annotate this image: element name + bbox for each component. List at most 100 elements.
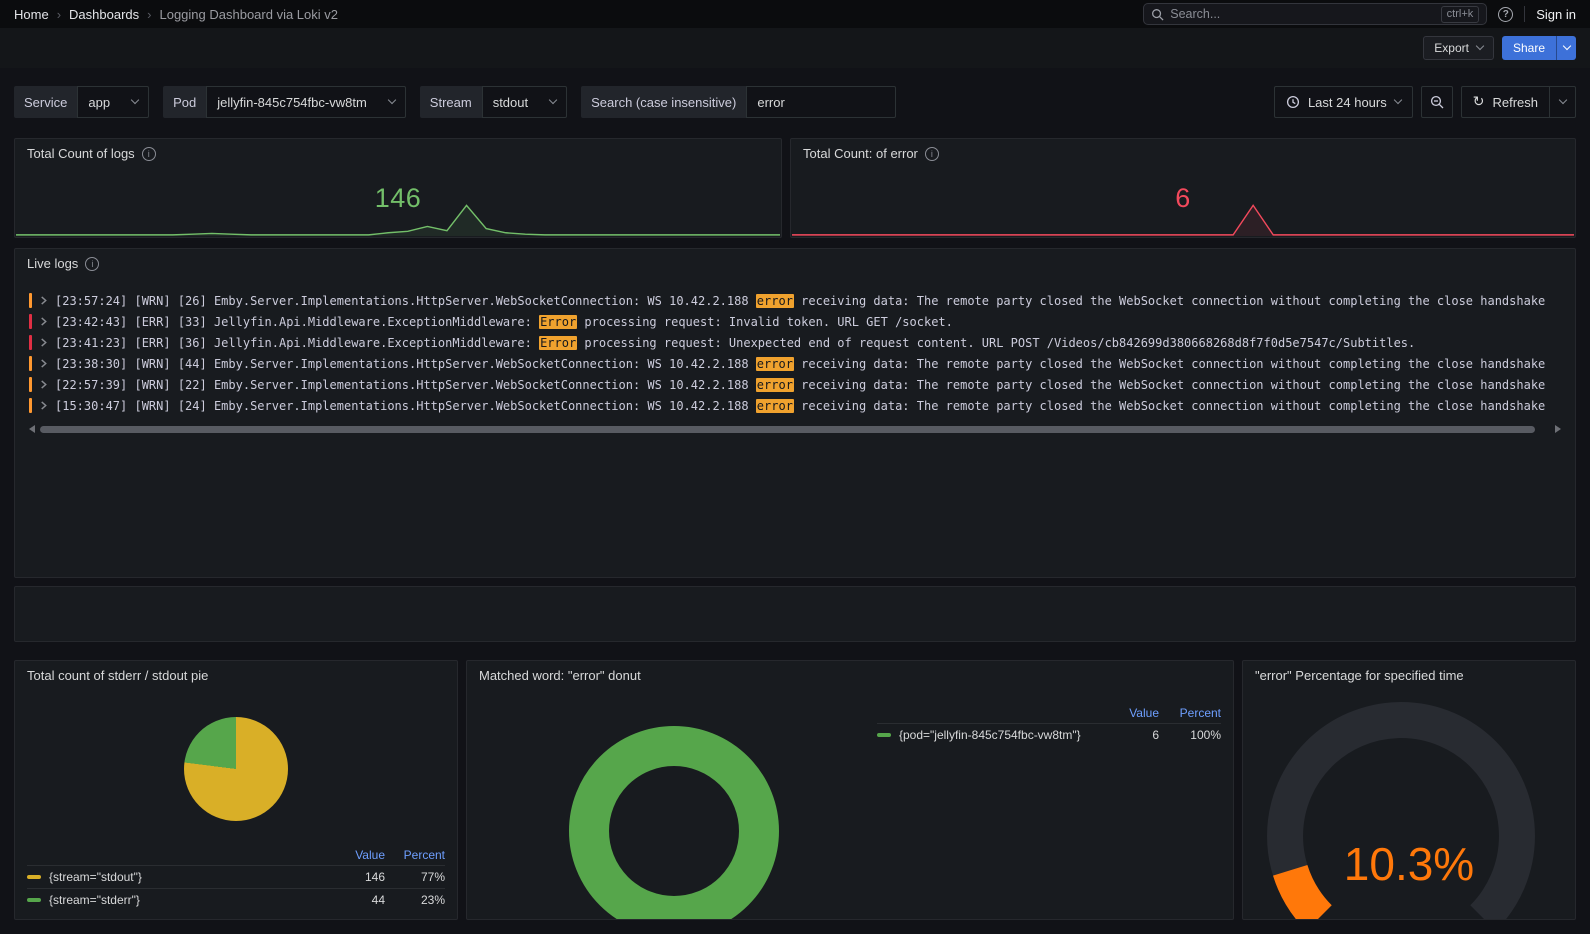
stream-filter: Stream stdout xyxy=(419,86,568,118)
scroll-right-arrow-icon[interactable] xyxy=(1555,425,1561,433)
pod-filter-select[interactable]: jellyfin-845c754fbc-vw8tm xyxy=(206,86,406,118)
export-button[interactable]: Export xyxy=(1423,36,1494,60)
panel-title: Total count of stderr / stdout pie xyxy=(27,668,209,683)
log-row[interactable]: [15:30:47] [WRN] [24] Emby.Server.Implem… xyxy=(29,395,1561,416)
log-row[interactable]: [22:57:39] [WRN] [22] Emby.Server.Implem… xyxy=(29,374,1561,395)
gauge-value: 10.3% xyxy=(1343,838,1475,890)
export-button-label: Export xyxy=(1434,41,1469,55)
sign-in-link[interactable]: Sign in xyxy=(1536,7,1576,22)
divider xyxy=(1524,6,1526,22)
log-message: [23:38:30] [WRN] [44] Emby.Server.Implem… xyxy=(55,356,1546,371)
chevron-down-icon xyxy=(1393,95,1402,105)
log-row[interactable]: [23:42:43] [ERR] [33] Jellyfin.Api.Middl… xyxy=(29,311,1561,332)
log-message: [15:30:47] [WRN] [24] Emby.Server.Implem… xyxy=(55,398,1546,413)
pod-filter-label: Pod xyxy=(163,86,207,118)
topnav-actions: ctrl+k ? Sign in xyxy=(1143,3,1576,25)
log-row[interactable]: [23:57:24] [WRN] [26] Emby.Server.Implem… xyxy=(29,290,1561,311)
legend-label[interactable]: {pod="jellyfin-845c754fbc-vw8tm"} xyxy=(877,728,1109,742)
refresh-button[interactable]: ↻ Refresh xyxy=(1460,86,1550,118)
stream-filter-value: stdout xyxy=(492,94,529,110)
breadcrumb: Home › Dashboards › Logging Dashboard vi… xyxy=(14,7,338,22)
info-icon[interactable]: i xyxy=(85,256,100,271)
legend-percent: 100% xyxy=(1190,728,1221,742)
scroll-left-arrow-icon[interactable] xyxy=(29,425,35,433)
pie-chart[interactable] xyxy=(184,717,288,821)
log-level-indicator xyxy=(29,335,32,350)
panel-stdout-stderr-pie: Total count of stderr / stdout pie Value… xyxy=(14,660,458,920)
share-menu-button[interactable] xyxy=(1556,36,1576,60)
legend-percent: 23% xyxy=(420,893,445,907)
chevron-down-icon xyxy=(1562,41,1571,51)
service-filter-label: Service xyxy=(14,86,78,118)
breadcrumb-current: Logging Dashboard via Loki v2 xyxy=(159,6,338,22)
highlighted-match: Error xyxy=(539,335,578,350)
legend-header-percent: Percent xyxy=(403,848,445,862)
scrollbar-thumb[interactable] xyxy=(40,425,1535,433)
log-message: [23:42:43] [ERR] [33] Jellyfin.Api.Middl… xyxy=(55,314,953,329)
global-search[interactable]: ctrl+k xyxy=(1143,3,1488,25)
scrollbar-track[interactable] xyxy=(40,425,1550,433)
panel-live-logs: Live logs i [23:57:24] [WRN] [26] Emby.S… xyxy=(14,248,1576,578)
pod-filter-value: jellyfin-845c754fbc-vw8tm xyxy=(217,94,367,110)
service-filter-select[interactable]: app xyxy=(77,86,150,118)
highlighted-match: error xyxy=(755,356,794,371)
search-filter-label: Search (case insensitive) xyxy=(581,86,747,118)
expand-chevron-icon[interactable] xyxy=(39,401,48,410)
chevron-down-icon xyxy=(387,95,397,105)
refresh-button-group: ↻ Refresh xyxy=(1460,86,1576,118)
expand-chevron-icon[interactable] xyxy=(39,296,48,305)
series-swatch xyxy=(877,733,891,737)
expand-chevron-icon[interactable] xyxy=(39,338,48,347)
pie-legend: Value Percent {stream="stdout"} 146 77% … xyxy=(27,845,445,911)
breadcrumb-home[interactable]: Home xyxy=(14,7,49,22)
legend-header-percent: Percent xyxy=(1179,706,1221,720)
stream-filter-select[interactable]: stdout xyxy=(481,86,568,118)
legend-label[interactable]: {stream="stderr"} xyxy=(27,893,333,907)
series-swatch xyxy=(27,875,41,879)
panel-title: Live logs xyxy=(27,256,79,271)
log-rows: [23:57:24] [WRN] [26] Emby.Server.Implem… xyxy=(15,278,1575,416)
expand-chevron-icon[interactable] xyxy=(39,317,48,326)
search-icon xyxy=(1152,8,1164,21)
log-level-indicator xyxy=(29,356,32,371)
zoom-out-button[interactable] xyxy=(1420,86,1453,118)
pod-filter: Pod jellyfin-845c754fbc-vw8tm xyxy=(163,86,406,118)
legend-value: 6 xyxy=(1152,728,1159,742)
highlighted-match: error xyxy=(755,398,794,413)
breadcrumb-separator: › xyxy=(56,6,62,22)
highlighted-match: Error xyxy=(539,314,578,329)
service-filter-value: app xyxy=(88,94,111,110)
expand-chevron-icon[interactable] xyxy=(39,380,48,389)
panel-title: Total Count of logs xyxy=(27,146,135,161)
refresh-interval-button[interactable] xyxy=(1550,86,1576,118)
panel-title: "error" Percentage for specified time xyxy=(1255,668,1464,683)
expand-chevron-icon[interactable] xyxy=(39,359,48,368)
log-message: [23:41:23] [ERR] [36] Jellyfin.Api.Middl… xyxy=(55,335,1416,350)
log-row[interactable]: [23:41:23] [ERR] [36] Jellyfin.Api.Middl… xyxy=(29,332,1561,353)
legend-label[interactable]: {stream="stdout"} xyxy=(27,870,333,884)
legend-header-value: Value xyxy=(355,848,385,862)
search-filter: Search (case insensitive) xyxy=(581,86,897,118)
log-search-input[interactable] xyxy=(746,86,897,118)
panel-error-donut: Matched word: "error" donut Value Percen… xyxy=(466,660,1234,920)
legend-percent: 77% xyxy=(420,870,445,884)
donut-chart[interactable] xyxy=(568,725,780,920)
sparkline-logs xyxy=(16,202,780,236)
global-search-input[interactable] xyxy=(1170,7,1435,21)
log-row[interactable]: [23:38:30] [WRN] [44] Emby.Server.Implem… xyxy=(29,353,1561,374)
dashboard-toolbar: Export Share xyxy=(0,28,1590,68)
search-shortcut-badge: ctrl+k xyxy=(1440,5,1480,23)
info-icon[interactable]: i xyxy=(924,146,939,161)
service-filter: Service app xyxy=(14,86,150,118)
log-message: [23:57:24] [WRN] [26] Emby.Server.Implem… xyxy=(55,293,1546,308)
panel-total-count-logs: Total Count of logs i 146 xyxy=(14,138,782,238)
breadcrumb-dashboards[interactable]: Dashboards xyxy=(69,7,139,22)
time-range-picker[interactable]: Last 24 hours xyxy=(1273,86,1413,118)
help-icon[interactable]: ? xyxy=(1498,6,1514,22)
info-icon[interactable]: i xyxy=(141,146,156,161)
legend-item-stderr: {stream="stderr"} 44 23% xyxy=(27,888,445,911)
sparkline-errors xyxy=(792,202,1574,236)
legend-item-pod: {pod="jellyfin-845c754fbc-vw8tm"} 6 100% xyxy=(877,723,1221,746)
share-button[interactable]: Share xyxy=(1501,36,1556,60)
logs-horizontal-scrollbar[interactable] xyxy=(29,425,1561,433)
